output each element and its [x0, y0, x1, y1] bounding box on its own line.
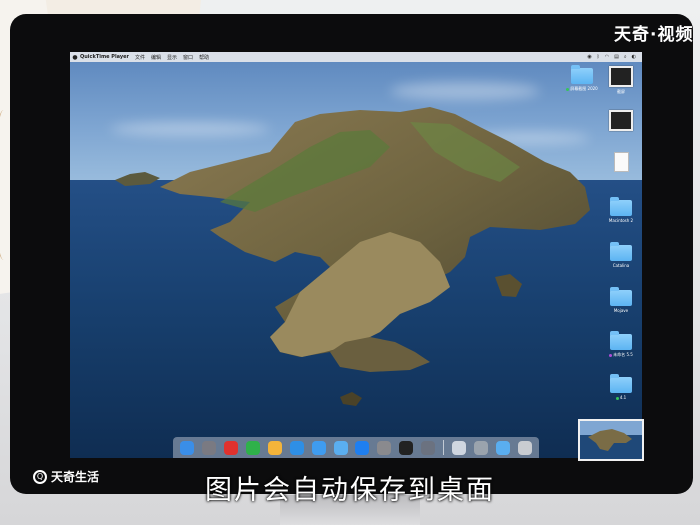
folder-4[interactable]: Mojave [602, 287, 640, 313]
screenshot-folder-label: 屏幕截图 2020 [570, 86, 598, 91]
folder-5-label: 未命名 5.5 [613, 352, 633, 357]
avatar-icon[interactable]: ◐ [632, 54, 636, 60]
folder-icon [610, 287, 632, 306]
system-prefs-icon[interactable] [377, 440, 392, 455]
app-store-icon[interactable] [355, 440, 370, 455]
folder-4-label: Mojave [613, 308, 629, 313]
screenshot-file-1[interactable]: 截屏 [602, 66, 640, 95]
weibo-icon[interactable] [223, 440, 238, 455]
folder-icon [610, 197, 632, 216]
status-area: ◉ ᛒ ◠ ▤ ⌕ ◐ [587, 54, 642, 60]
trash-icon[interactable] [517, 440, 532, 455]
downloads-icon[interactable] [496, 440, 511, 455]
video-subtitle: 图片会自动保存到桌面 [205, 475, 495, 506]
launchpad-icon[interactable] [201, 440, 216, 455]
image-thumbnail-icon [609, 66, 633, 87]
folder-3[interactable]: Catalina [602, 242, 640, 268]
watermark-top: 天奇·视频 [614, 25, 694, 45]
apple-icon[interactable]: ● [70, 54, 80, 61]
folder-icon [571, 65, 593, 84]
quicktime-status-icon[interactable]: ◉ [587, 54, 591, 60]
image-thumbnail-icon [609, 110, 633, 131]
wifi-icon[interactable]: ◠ [605, 54, 609, 60]
preview-icon[interactable] [452, 440, 467, 455]
mail-icon[interactable] [311, 440, 326, 455]
dock-separator [443, 440, 445, 455]
menu-window[interactable]: 窗口 [183, 54, 193, 61]
wechat-icon[interactable] [245, 440, 260, 455]
document-icon [613, 152, 629, 172]
folder-5[interactable]: 未命名 5.5 [602, 331, 640, 358]
menu-app-name[interactable]: QuickTime Player [80, 54, 129, 60]
folder-dock-icon[interactable] [333, 440, 348, 455]
screenshot-folder[interactable]: 屏幕截图 2020 [563, 65, 601, 92]
folder-icon [610, 242, 632, 261]
folder-icon [610, 331, 632, 350]
search-icon[interactable]: ⌕ [624, 54, 627, 60]
menu-bar: ● QuickTime Player 文件 编辑 显示 窗口 帮助 ◉ ᛒ ◠ … [70, 52, 642, 62]
folder-2[interactable]: Macintosh 2 [602, 197, 640, 223]
screenshot-file-1-label: 截屏 [617, 89, 625, 94]
folder-6[interactable]: 4.1 [602, 374, 640, 400]
menu-view[interactable]: 显示 [167, 54, 177, 61]
folder-2-label: Macintosh 2 [608, 218, 634, 223]
menu-edit[interactable]: 编辑 [151, 54, 161, 61]
photos-icon[interactable] [267, 440, 282, 455]
wallpaper-island [115, 107, 590, 406]
mac-screen: ● QuickTime Player 文件 编辑 显示 窗口 帮助 ◉ ᛒ ◠ … [70, 52, 642, 458]
finder-icon[interactable] [179, 440, 194, 455]
utility-icon[interactable] [474, 440, 489, 455]
dock [173, 437, 539, 458]
folder-icon [610, 374, 632, 393]
quicktime-icon[interactable] [421, 440, 436, 455]
menu-help[interactable]: 帮助 [199, 54, 209, 61]
bluetooth-icon[interactable]: ᛒ [597, 54, 600, 60]
control-center-icon[interactable]: ▤ [614, 54, 619, 60]
folder-3-label: Catalina [612, 263, 630, 268]
terminal-icon[interactable] [399, 440, 414, 455]
safari-icon[interactable] [289, 440, 304, 455]
screenshot-preview-thumbnail[interactable] [578, 419, 644, 461]
menu-file[interactable]: 文件 [135, 54, 145, 61]
document-file[interactable] [602, 152, 640, 172]
screenshot-file-2[interactable] [602, 110, 640, 131]
folder-6-label: 4.1 [619, 395, 627, 400]
screenshot-preview-image [580, 421, 642, 459]
